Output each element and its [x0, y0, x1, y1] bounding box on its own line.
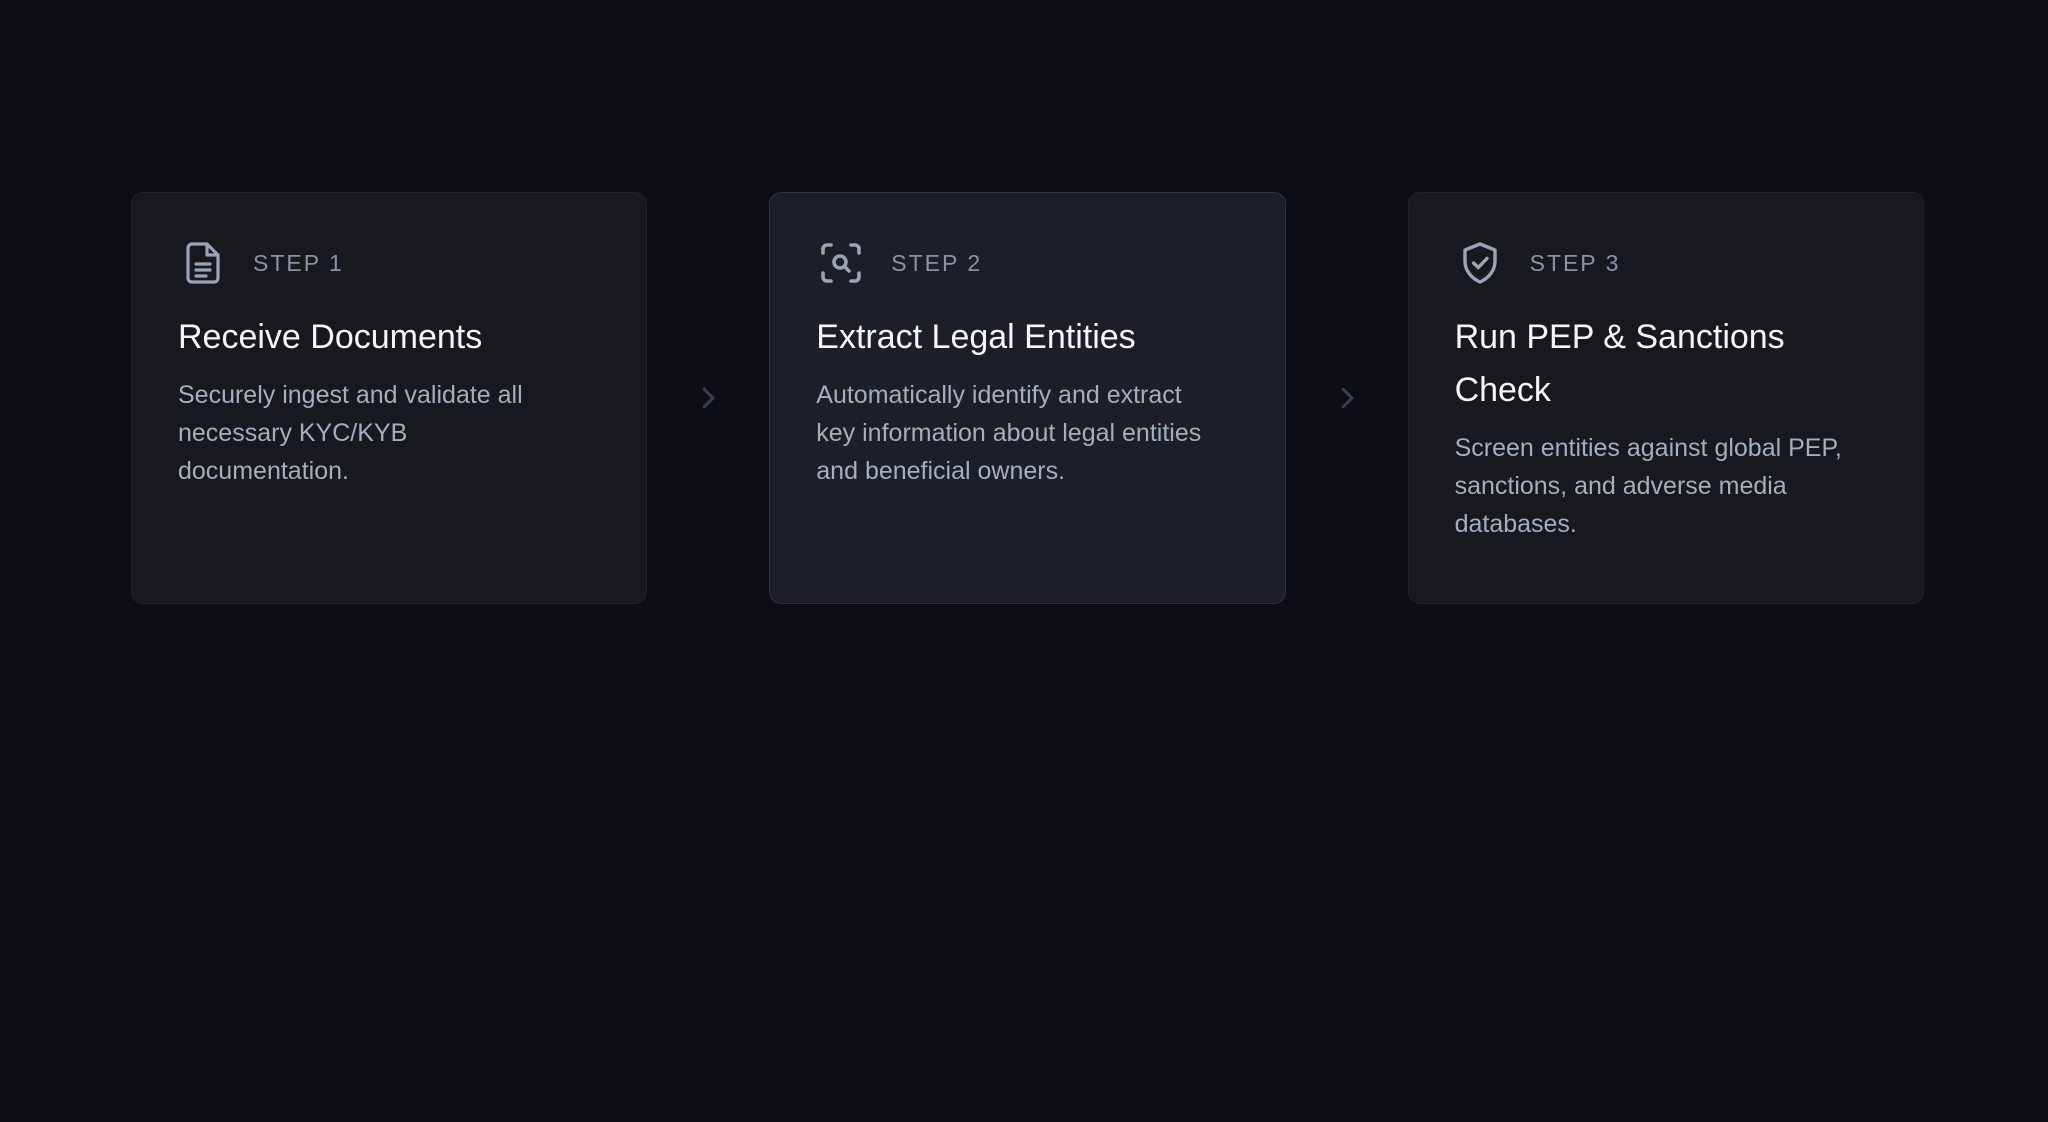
- steps-row: STEP 1 Receive Documents Securely ingest…: [131, 192, 1924, 604]
- step-card-header: STEP 1: [178, 235, 600, 291]
- step-description: Automatically identify and extract key i…: [816, 381, 1202, 485]
- step-card-2[interactable]: STEP 2 Extract Legal Entities Automatica…: [769, 192, 1286, 604]
- document-icon: [178, 238, 228, 288]
- chevron-right-icon: [647, 192, 769, 604]
- step-title: Extract Legal Entities: [816, 318, 1136, 356]
- step-title: Receive Documents: [178, 318, 483, 356]
- scan-search-icon: [816, 238, 866, 288]
- shield-check-icon: [1455, 238, 1505, 288]
- step-label: STEP 3: [1529, 249, 1621, 276]
- step-card-3[interactable]: STEP 3 Run PEP & Sanctions Check Screen …: [1407, 192, 1924, 604]
- step-label: STEP 2: [891, 249, 983, 276]
- step-card-header: STEP 2: [816, 235, 1238, 291]
- step-title: Run PEP & Sanctions Check: [1454, 318, 1785, 409]
- step-description: Screen entities against global PEP, sanc…: [1454, 434, 1842, 538]
- step-card-1[interactable]: STEP 1 Receive Documents Securely ingest…: [131, 192, 648, 604]
- step-description: Securely ingest and validate all necessa…: [178, 381, 523, 485]
- step-card-header: STEP 3: [1455, 235, 1877, 291]
- step-label: STEP 1: [253, 249, 344, 276]
- chevron-right-icon: [1286, 192, 1408, 604]
